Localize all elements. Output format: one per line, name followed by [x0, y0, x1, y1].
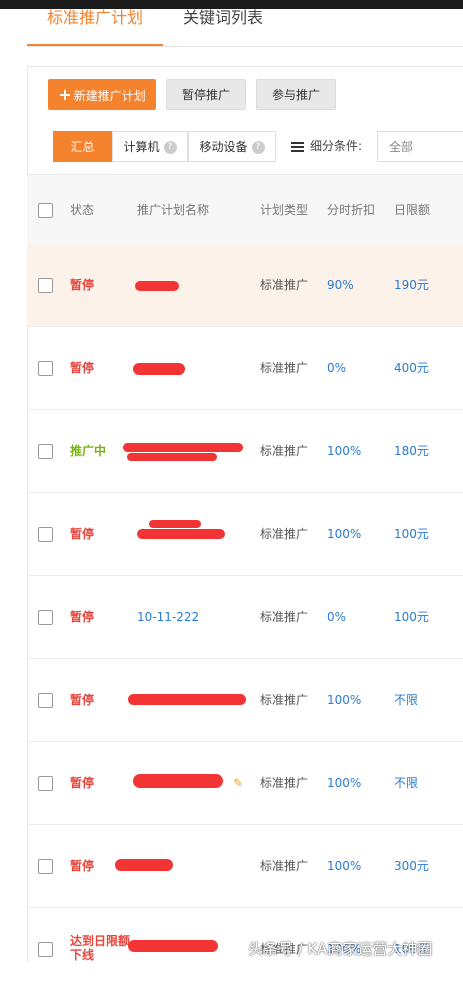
row-type: 标准推广 — [260, 776, 309, 790]
row-checkbox[interactable] — [38, 693, 53, 708]
row-limit[interactable]: 不限 — [394, 659, 418, 742]
row-checkbox[interactable] — [38, 527, 53, 542]
edit-pencil-icon[interactable]: ✎ — [233, 776, 243, 790]
row-discount[interactable]: 0% — [327, 576, 346, 659]
row-status: 暂停 — [70, 693, 95, 707]
row-plan-name[interactable]: 10-11-222 — [137, 576, 199, 659]
tab-bar: 标准推广计划 关键词列表 — [27, 9, 463, 47]
row-type: 标准推广 — [260, 361, 309, 375]
redaction-mark — [133, 774, 223, 788]
filter-label: 细分条件: — [291, 131, 362, 162]
plus-icon: + — [58, 85, 72, 104]
row-discount[interactable]: 0% — [327, 327, 346, 410]
tab-standard-plans[interactable]: 标准推广计划 — [47, 9, 143, 47]
row-discount[interactable]: 100% — [327, 659, 361, 742]
header-plan-type: 计划类型 — [260, 203, 309, 217]
row-status: 暂停 — [70, 527, 95, 541]
row-discount[interactable]: 100% — [327, 493, 361, 576]
redaction-mark — [123, 443, 243, 452]
redaction-mark — [137, 529, 225, 539]
row-discount[interactable]: 100% — [327, 742, 361, 825]
redaction-mark — [127, 453, 217, 461]
pause-button[interactable]: 暂停推广 — [166, 79, 246, 110]
filter-select[interactable]: 全部 — [377, 131, 463, 162]
filter-label-text: 细分条件: — [310, 139, 363, 153]
row-type: 标准推广 — [260, 278, 309, 292]
header-discount: 分时折扣 — [327, 203, 376, 217]
help-icon[interactable]: ? — [251, 141, 265, 154]
redaction-mark — [128, 694, 246, 705]
redaction-mark — [149, 520, 201, 528]
table-header: 状态 推广计划名称 计划类型 分时折扣 日限额 — [27, 174, 463, 244]
header-status: 状态 — [70, 203, 95, 217]
row-checkbox[interactable] — [38, 361, 53, 376]
row-status: 达到日限额 下线 — [70, 934, 131, 962]
header-daily-limit: 日限额 — [394, 203, 431, 217]
row-status: 暂停 — [70, 278, 95, 292]
redaction-mark — [115, 859, 173, 871]
row-discount[interactable]: 90% — [327, 244, 354, 327]
redaction-mark — [128, 940, 218, 952]
segment-summary[interactable]: 汇总 — [53, 131, 112, 162]
select-all-checkbox[interactable] — [38, 203, 53, 218]
row-status: 推广中 — [70, 444, 107, 458]
row-limit[interactable]: 不限 — [394, 742, 418, 825]
header-plan-name: 推广计划名称 — [137, 203, 210, 217]
row-checkbox[interactable] — [38, 776, 53, 791]
row-limit[interactable]: 180元 — [394, 410, 429, 493]
segment-mobile[interactable]: 移动设备? — [188, 131, 276, 162]
row-limit[interactable]: 400元 — [394, 327, 429, 410]
active-tab-indicator — [27, 44, 163, 46]
row-status: 暂停 — [70, 776, 95, 790]
row-status: 暂停 — [70, 361, 95, 375]
table-row: 暂停 标准推广 0% 400元 — [27, 327, 463, 410]
tab-keyword-list[interactable]: 关键词列表 — [183, 9, 263, 47]
row-type: 标准推广 — [260, 610, 309, 624]
segment-computer[interactable]: 计算机? — [112, 131, 188, 162]
segment-mobile-label: 移动设备 — [199, 140, 248, 154]
watermark: 头条号 / KA商家运营大神圈 — [248, 940, 433, 958]
row-type: 标准推广 — [260, 527, 309, 541]
row-status: 暂停 — [70, 859, 95, 873]
row-checkbox[interactable] — [38, 444, 53, 459]
row-type: 标准推广 — [260, 444, 309, 458]
table-row: 暂停 标准推广 100% 300元 — [27, 825, 463, 908]
help-icon[interactable]: ? — [163, 141, 177, 154]
row-limit[interactable]: 100元 — [394, 576, 429, 659]
redaction-mark — [133, 363, 185, 375]
new-plan-button[interactable]: + 新建推广计划 — [48, 79, 156, 110]
row-limit[interactable]: 190元 — [394, 244, 429, 327]
row-checkbox[interactable] — [38, 859, 53, 874]
row-discount[interactable]: 100% — [327, 410, 361, 493]
new-plan-label: 新建推广计划 — [73, 89, 146, 103]
table-row: 暂停 标准推广 90% 190元 — [27, 244, 463, 327]
row-limit[interactable]: 100元 — [394, 493, 429, 576]
row-checkbox[interactable] — [38, 610, 53, 625]
row-checkbox[interactable] — [38, 278, 53, 293]
row-type: 标准推广 — [260, 859, 309, 873]
row-status: 暂停 — [70, 610, 95, 624]
list-icon — [291, 141, 304, 152]
segment-computer-label: 计算机 — [123, 140, 160, 154]
table-row: 推广中 标准推广 100% 180元 — [27, 410, 463, 493]
row-type: 标准推广 — [260, 693, 309, 707]
row-checkbox[interactable] — [38, 942, 53, 957]
row-limit[interactable]: 300元 — [394, 825, 429, 908]
join-button[interactable]: 参与推广 — [256, 79, 336, 110]
table-row: 暂停 10-11-222 标准推广 0% 100元 — [27, 576, 463, 659]
table-row: 暂停 ✎ 标准推广 100% 不限 — [27, 742, 463, 825]
table-row: 暂停 标准推广 100% 100元 — [27, 493, 463, 576]
row-discount[interactable]: 100% — [327, 825, 361, 908]
redaction-mark — [135, 281, 179, 291]
table-row: 暂停 标准推广 100% 不限 — [27, 659, 463, 742]
